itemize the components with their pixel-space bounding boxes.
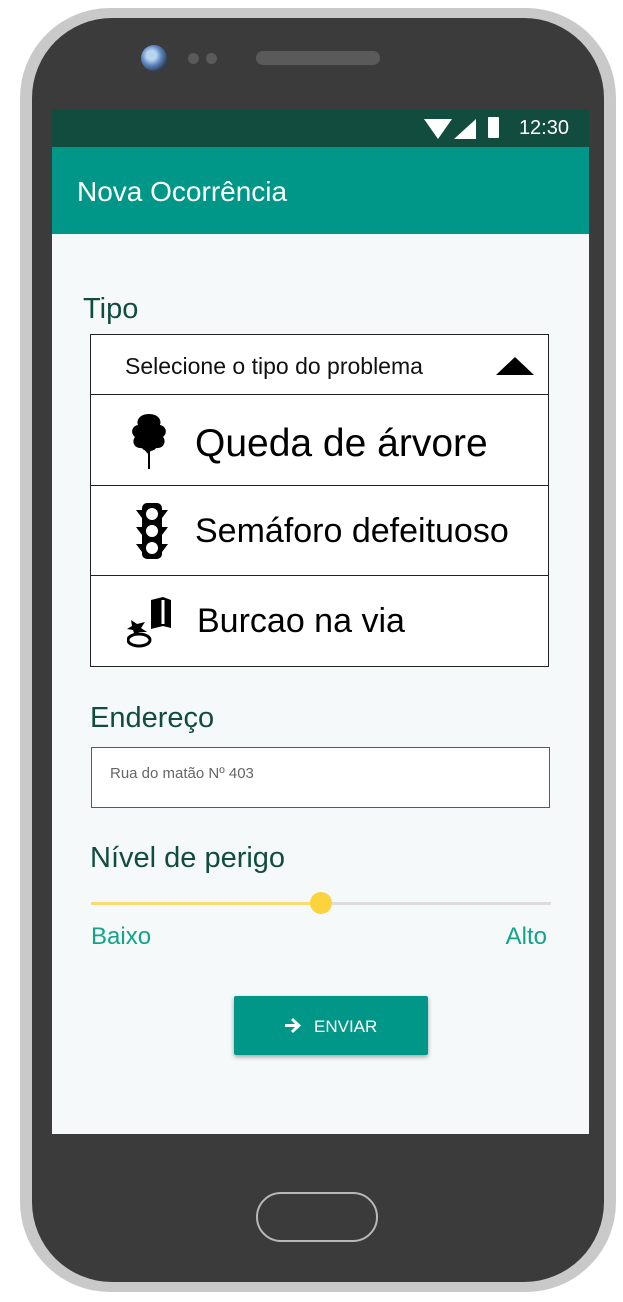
type-dropdown[interactable]: Selecione o tipo do problema Queda de ár… — [90, 334, 549, 667]
tree-icon — [132, 414, 166, 469]
page-title: Nova Ocorrência — [77, 176, 288, 207]
wifi-icon — [424, 119, 452, 139]
dropdown-option-label: Semáforo defeituoso — [195, 512, 509, 550]
dropdown-option-tree-fall[interactable]: Queda de árvore — [91, 395, 548, 486]
sensor-dot — [206, 53, 217, 64]
camera-icon — [141, 45, 167, 71]
address-label: Endereço — [90, 702, 215, 734]
dropdown-option-traffic-light[interactable]: Semáforo defeituoso — [91, 486, 548, 576]
slider-fill — [91, 902, 321, 905]
pothole-icon — [127, 597, 171, 648]
dropdown-option-label: Queda de árvore — [195, 422, 488, 465]
status-time: 12:30 — [518, 117, 569, 139]
home-button[interactable] — [256, 1192, 378, 1242]
triangle-up-icon[interactable] — [496, 357, 534, 375]
address-field[interactable] — [91, 747, 550, 808]
signal-icon — [454, 119, 476, 139]
sensor-dot — [188, 53, 199, 64]
danger-level-label: Nível de perigo — [90, 842, 286, 874]
dropdown-option-label: Burcao na via — [197, 602, 405, 640]
send-button[interactable]: ENVIAR — [234, 996, 428, 1055]
status-bar: 12:30 — [52, 109, 589, 147]
slider-thumb[interactable] — [310, 892, 332, 914]
type-dropdown-header[interactable]: Selecione o tipo do problema — [91, 335, 548, 395]
speaker-grille — [256, 51, 380, 65]
traffic-light-icon — [136, 503, 168, 559]
battery-icon — [488, 117, 499, 138]
type-label: Tipo — [83, 293, 139, 325]
address-input[interactable] — [108, 764, 532, 783]
screen: 12:30 Nova Ocorrência Tipo Selecione o t… — [52, 109, 589, 1134]
app-bar: Nova Ocorrência — [52, 147, 589, 234]
type-dropdown-value: Selecione o tipo do problema — [125, 353, 423, 379]
arrow-right-icon — [285, 1018, 301, 1033]
send-button-label: ENVIAR — [314, 1017, 378, 1036]
dropdown-option-pothole[interactable]: Burcao na via — [91, 576, 548, 666]
slider-min-label: Baixo — [91, 923, 152, 950]
slider-max-label: Alto — [505, 923, 547, 950]
